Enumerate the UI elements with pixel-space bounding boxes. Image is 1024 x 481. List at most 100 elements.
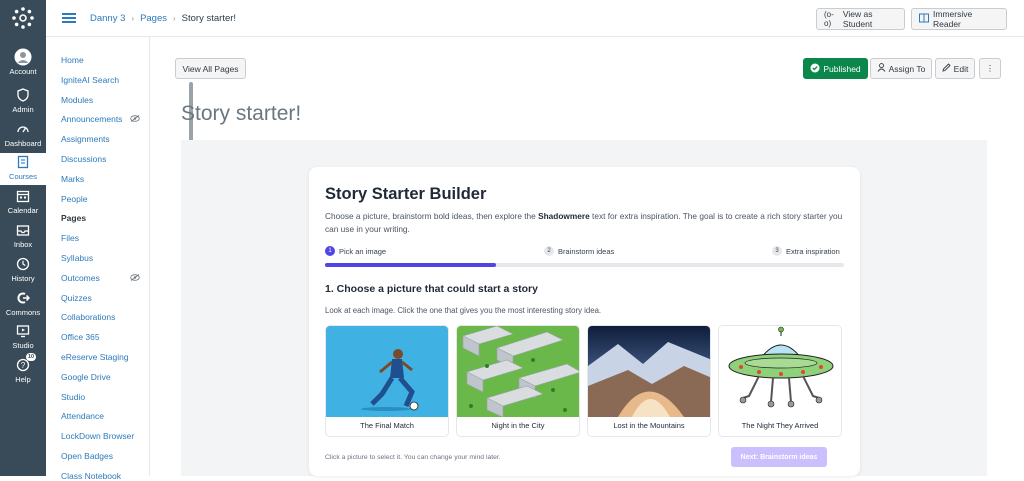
course-nav-item-syllabus[interactable]: Syllabus bbox=[61, 253, 93, 263]
progress-fill bbox=[325, 263, 497, 267]
course-nav-item-studio[interactable]: Studio bbox=[61, 392, 85, 402]
help-badge: 10 bbox=[26, 353, 37, 361]
course-nav-item-google-drive[interactable]: Google Drive bbox=[61, 372, 111, 382]
dashboard-icon bbox=[14, 120, 32, 138]
page-body: Story Starter Builder Choose a picture, … bbox=[181, 140, 987, 476]
studio-icon bbox=[14, 322, 32, 340]
course-nav-item-people[interactable]: People bbox=[61, 194, 87, 204]
global-nav-calendar[interactable]: Calendar bbox=[0, 187, 46, 221]
page-title: Story starter! bbox=[181, 102, 302, 125]
story-builder-card: Story Starter Builder Choose a picture, … bbox=[309, 167, 860, 476]
global-nav: Account Admin Dashboard Courses Calendar… bbox=[0, 0, 46, 476]
course-nav-item-home[interactable]: Home bbox=[61, 55, 84, 65]
global-nav-label: Help bbox=[15, 375, 31, 384]
course-nav-item-assignments[interactable]: Assignments bbox=[61, 134, 110, 144]
progress-bar bbox=[325, 263, 844, 267]
picture-card-night-city[interactable]: Night in the City bbox=[456, 325, 580, 437]
picture-card-mountains[interactable]: Lost in the Mountains bbox=[587, 325, 711, 437]
global-nav-label: Admin bbox=[12, 105, 34, 114]
global-nav-label: History bbox=[11, 274, 35, 283]
breadcrumb-course[interactable]: Danny 3 bbox=[90, 13, 125, 24]
person-icon bbox=[877, 63, 886, 74]
global-nav-label: Commons bbox=[5, 308, 41, 317]
chevron-right-icon: › bbox=[173, 13, 176, 23]
course-nav-item-discussions[interactable]: Discussions bbox=[61, 154, 106, 164]
course-nav-item-collaborations[interactable]: Collaborations bbox=[61, 312, 115, 322]
builder-description: Choose a picture, brainstorm bold ideas,… bbox=[325, 211, 843, 234]
section-instructions: Look at each image. Click the one that g… bbox=[325, 306, 602, 315]
picture-caption: Night in the City bbox=[491, 421, 545, 430]
global-nav-label: Account bbox=[9, 67, 37, 76]
view-as-student-button[interactable]: (o-o) View as Student bbox=[816, 8, 905, 30]
course-nav-item-files[interactable]: Files bbox=[61, 233, 79, 243]
breadcrumb-pages[interactable]: Pages bbox=[140, 13, 167, 24]
global-nav-label: Calendar bbox=[7, 206, 39, 215]
page-scrollbar[interactable] bbox=[1015, 37, 1024, 476]
course-nav-item-outcomes[interactable]: Outcomes bbox=[61, 273, 100, 283]
picture-caption: The Night They Arrived bbox=[741, 421, 819, 430]
eye-slash-icon bbox=[130, 273, 140, 283]
published-button[interactable]: Published bbox=[803, 58, 868, 79]
help-icon: ? 10 bbox=[14, 353, 37, 374]
global-nav-admin[interactable]: Admin bbox=[0, 86, 46, 120]
soccer-player-image bbox=[326, 326, 448, 417]
course-nav-item-ereserve-staging[interactable]: eReserve Staging bbox=[61, 352, 129, 362]
edit-button[interactable]: Edit bbox=[935, 58, 975, 79]
picture-card-final-match[interactable]: The Final Match bbox=[325, 325, 449, 437]
course-nav-item-pages[interactable]: Pages bbox=[61, 213, 86, 223]
next-brainstorm-button[interactable]: Next: Brainstorm ideas bbox=[731, 447, 827, 467]
global-nav-courses[interactable]: Courses bbox=[0, 153, 46, 185]
global-nav-help[interactable]: ? 10 Help bbox=[0, 353, 46, 390]
builder-title: Story Starter Builder bbox=[325, 185, 487, 203]
svg-text:?: ? bbox=[21, 361, 26, 370]
course-nav-item-igniteai-search[interactable]: IgniteAI Search bbox=[61, 75, 119, 85]
hamburger-menu-icon[interactable] bbox=[62, 13, 76, 23]
course-nav: ▲HomeIgniteAI SearchModulesAnnouncements… bbox=[46, 37, 193, 481]
view-all-pages-button[interactable]: View All Pages bbox=[175, 58, 246, 79]
breadcrumb-current: Story starter! bbox=[181, 12, 237, 24]
global-nav-history[interactable]: History bbox=[0, 255, 46, 289]
chevron-right-icon: › bbox=[131, 13, 135, 23]
shadowmere-text: Shadowmere bbox=[538, 211, 590, 221]
course-nav-item-announcements[interactable]: Announcements bbox=[61, 114, 122, 124]
step-3: 3 Extra inspiration bbox=[772, 246, 840, 256]
picture-caption: The Final Match bbox=[360, 421, 414, 430]
immersive-reader-button[interactable]: Immersive Reader bbox=[911, 8, 1007, 30]
course-nav-item-attendance[interactable]: Attendance bbox=[61, 411, 104, 421]
global-nav-label: Dashboard bbox=[4, 139, 42, 148]
assign-to-button[interactable]: Assign To bbox=[870, 58, 932, 79]
course-nav-item-office-365[interactable]: Office 365 bbox=[61, 332, 100, 342]
step-indicator: 1 Pick an image 2 Brainstorm ideas 3 Extra … bbox=[325, 246, 844, 258]
selection-hint: Click a picture to select it. You can ch… bbox=[325, 454, 501, 461]
global-nav-account[interactable]: Account bbox=[0, 48, 46, 82]
pencil-icon bbox=[942, 63, 951, 74]
calendar-icon bbox=[14, 187, 32, 205]
picture-card-night-arrived[interactable]: The Night They Arrived bbox=[718, 325, 842, 437]
mountains-image bbox=[588, 326, 710, 417]
ufo-image bbox=[719, 326, 841, 417]
global-nav-inbox[interactable]: Inbox bbox=[0, 221, 46, 255]
course-nav-item-open-badges[interactable]: Open Badges bbox=[61, 451, 113, 461]
global-nav-label: Studio bbox=[12, 341, 34, 350]
eye-slash-icon bbox=[130, 115, 140, 124]
global-nav-studio[interactable]: Studio bbox=[0, 322, 46, 356]
step-1: 1 Pick an image bbox=[325, 246, 386, 256]
published-label: Published bbox=[823, 63, 861, 74]
course-nav-item-lockdown-browser[interactable]: LockDown Browser bbox=[61, 431, 134, 441]
global-nav-label: Inbox bbox=[13, 240, 33, 249]
course-nav-item-modules[interactable]: Modules bbox=[61, 95, 93, 105]
main-content: View All Pages Published Assign To Edit … bbox=[150, 37, 1024, 476]
immersive-reader-icon bbox=[919, 13, 929, 25]
course-nav-item-marks[interactable]: Marks bbox=[61, 174, 84, 184]
commons-icon bbox=[14, 289, 32, 307]
section-title: 1. Choose a picture that could start a s… bbox=[325, 283, 538, 295]
view-as-student-label: View as Student bbox=[842, 9, 873, 29]
global-nav-dashboard[interactable]: Dashboard bbox=[0, 120, 46, 154]
account-icon bbox=[14, 48, 32, 66]
canvas-logo-icon[interactable] bbox=[0, 0, 46, 36]
global-nav-label: Courses bbox=[9, 172, 37, 181]
check-circle-icon bbox=[810, 63, 820, 75]
more-options-button[interactable]: ⋮ bbox=[979, 58, 1001, 79]
global-nav-commons[interactable]: Commons bbox=[0, 289, 46, 323]
course-nav-item-quizzes[interactable]: Quizzes bbox=[61, 293, 92, 303]
